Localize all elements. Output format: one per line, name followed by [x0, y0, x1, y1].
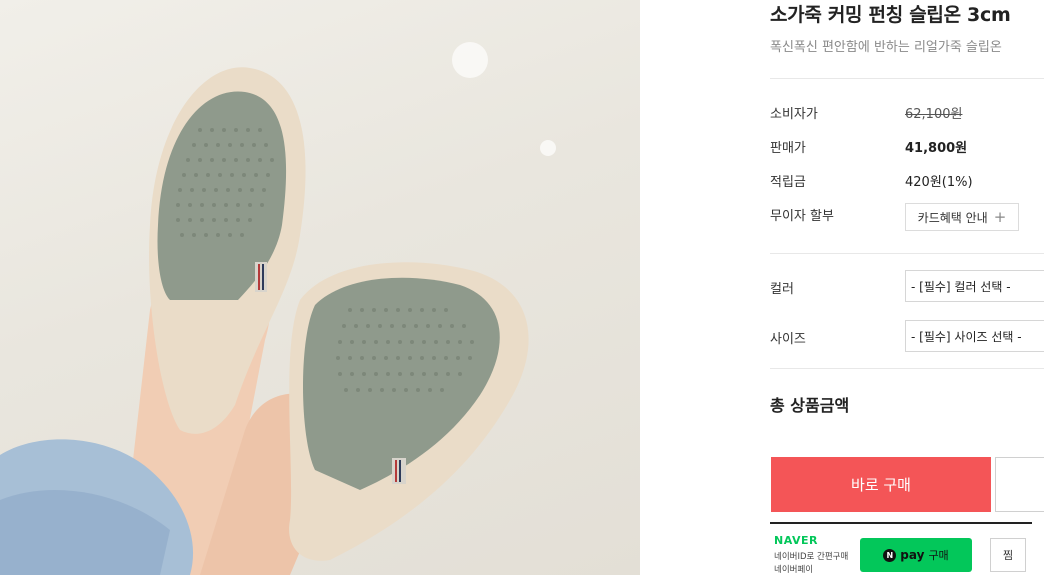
- npay-word: pay: [900, 548, 925, 562]
- naver-pay-section: NAVER 네이버ID로 간편구매 네이버페이 N pay 구매 찜: [770, 522, 1032, 575]
- consumer-price-label: 소비자가: [770, 107, 818, 122]
- wish-button[interactable]: 찜: [990, 538, 1026, 572]
- naver-pay-text: 네이버페이: [774, 565, 814, 575]
- buy-now-button[interactable]: 바로 구매: [771, 457, 991, 512]
- installment-label: 무이자 할부: [770, 209, 834, 224]
- product-photo: [0, 0, 640, 575]
- sale-price-label: 판매가: [770, 141, 806, 156]
- points-value: 420원(1%): [905, 175, 973, 190]
- buy-now-label: 바로 구매: [851, 476, 911, 494]
- cart-button[interactable]: [995, 457, 1044, 512]
- npay-n-icon: N: [883, 548, 897, 562]
- card-benefit-label: 카드혜택 안내: [917, 210, 988, 225]
- npay-buy-button[interactable]: N pay 구매: [860, 538, 972, 572]
- npay-buy-label: 구매: [928, 549, 949, 562]
- color-select[interactable]: - [필수] 컬러 선택 -: [905, 270, 1044, 302]
- product-info-panel: 소가죽 커밍 펀칭 슬립온 3cm 폭신폭신 편안함에 반하는 리얼가죽 슬립온…: [640, 0, 1044, 575]
- points-label: 적립금: [770, 175, 806, 190]
- divider: [770, 253, 1044, 254]
- divider: [770, 78, 1044, 79]
- size-option-label: 사이즈: [770, 332, 806, 347]
- product-subtitle: 폭신폭신 편안함에 반하는 리얼가죽 슬립온: [770, 40, 1002, 55]
- card-benefit-button[interactable]: 카드혜택 안내 +: [905, 203, 1019, 231]
- sale-price-value: 41,800원: [905, 141, 968, 156]
- color-option-label: 컬러: [770, 282, 794, 297]
- total-price-label: 총 상품금액: [770, 396, 850, 415]
- naver-easy-buy-text: 네이버ID로 간편구매: [774, 552, 849, 562]
- product-title: 소가죽 커밍 펀칭 슬립온 3cm: [770, 4, 1011, 26]
- naver-logo: NAVER: [774, 534, 818, 547]
- divider: [770, 368, 1044, 369]
- wish-label: 찜: [1002, 549, 1014, 562]
- consumer-price-value: 62,100원: [905, 107, 963, 122]
- plus-icon: +: [993, 207, 1007, 226]
- product-image: [0, 42, 556, 575]
- size-select[interactable]: - [필수] 사이즈 선택 -: [905, 320, 1044, 352]
